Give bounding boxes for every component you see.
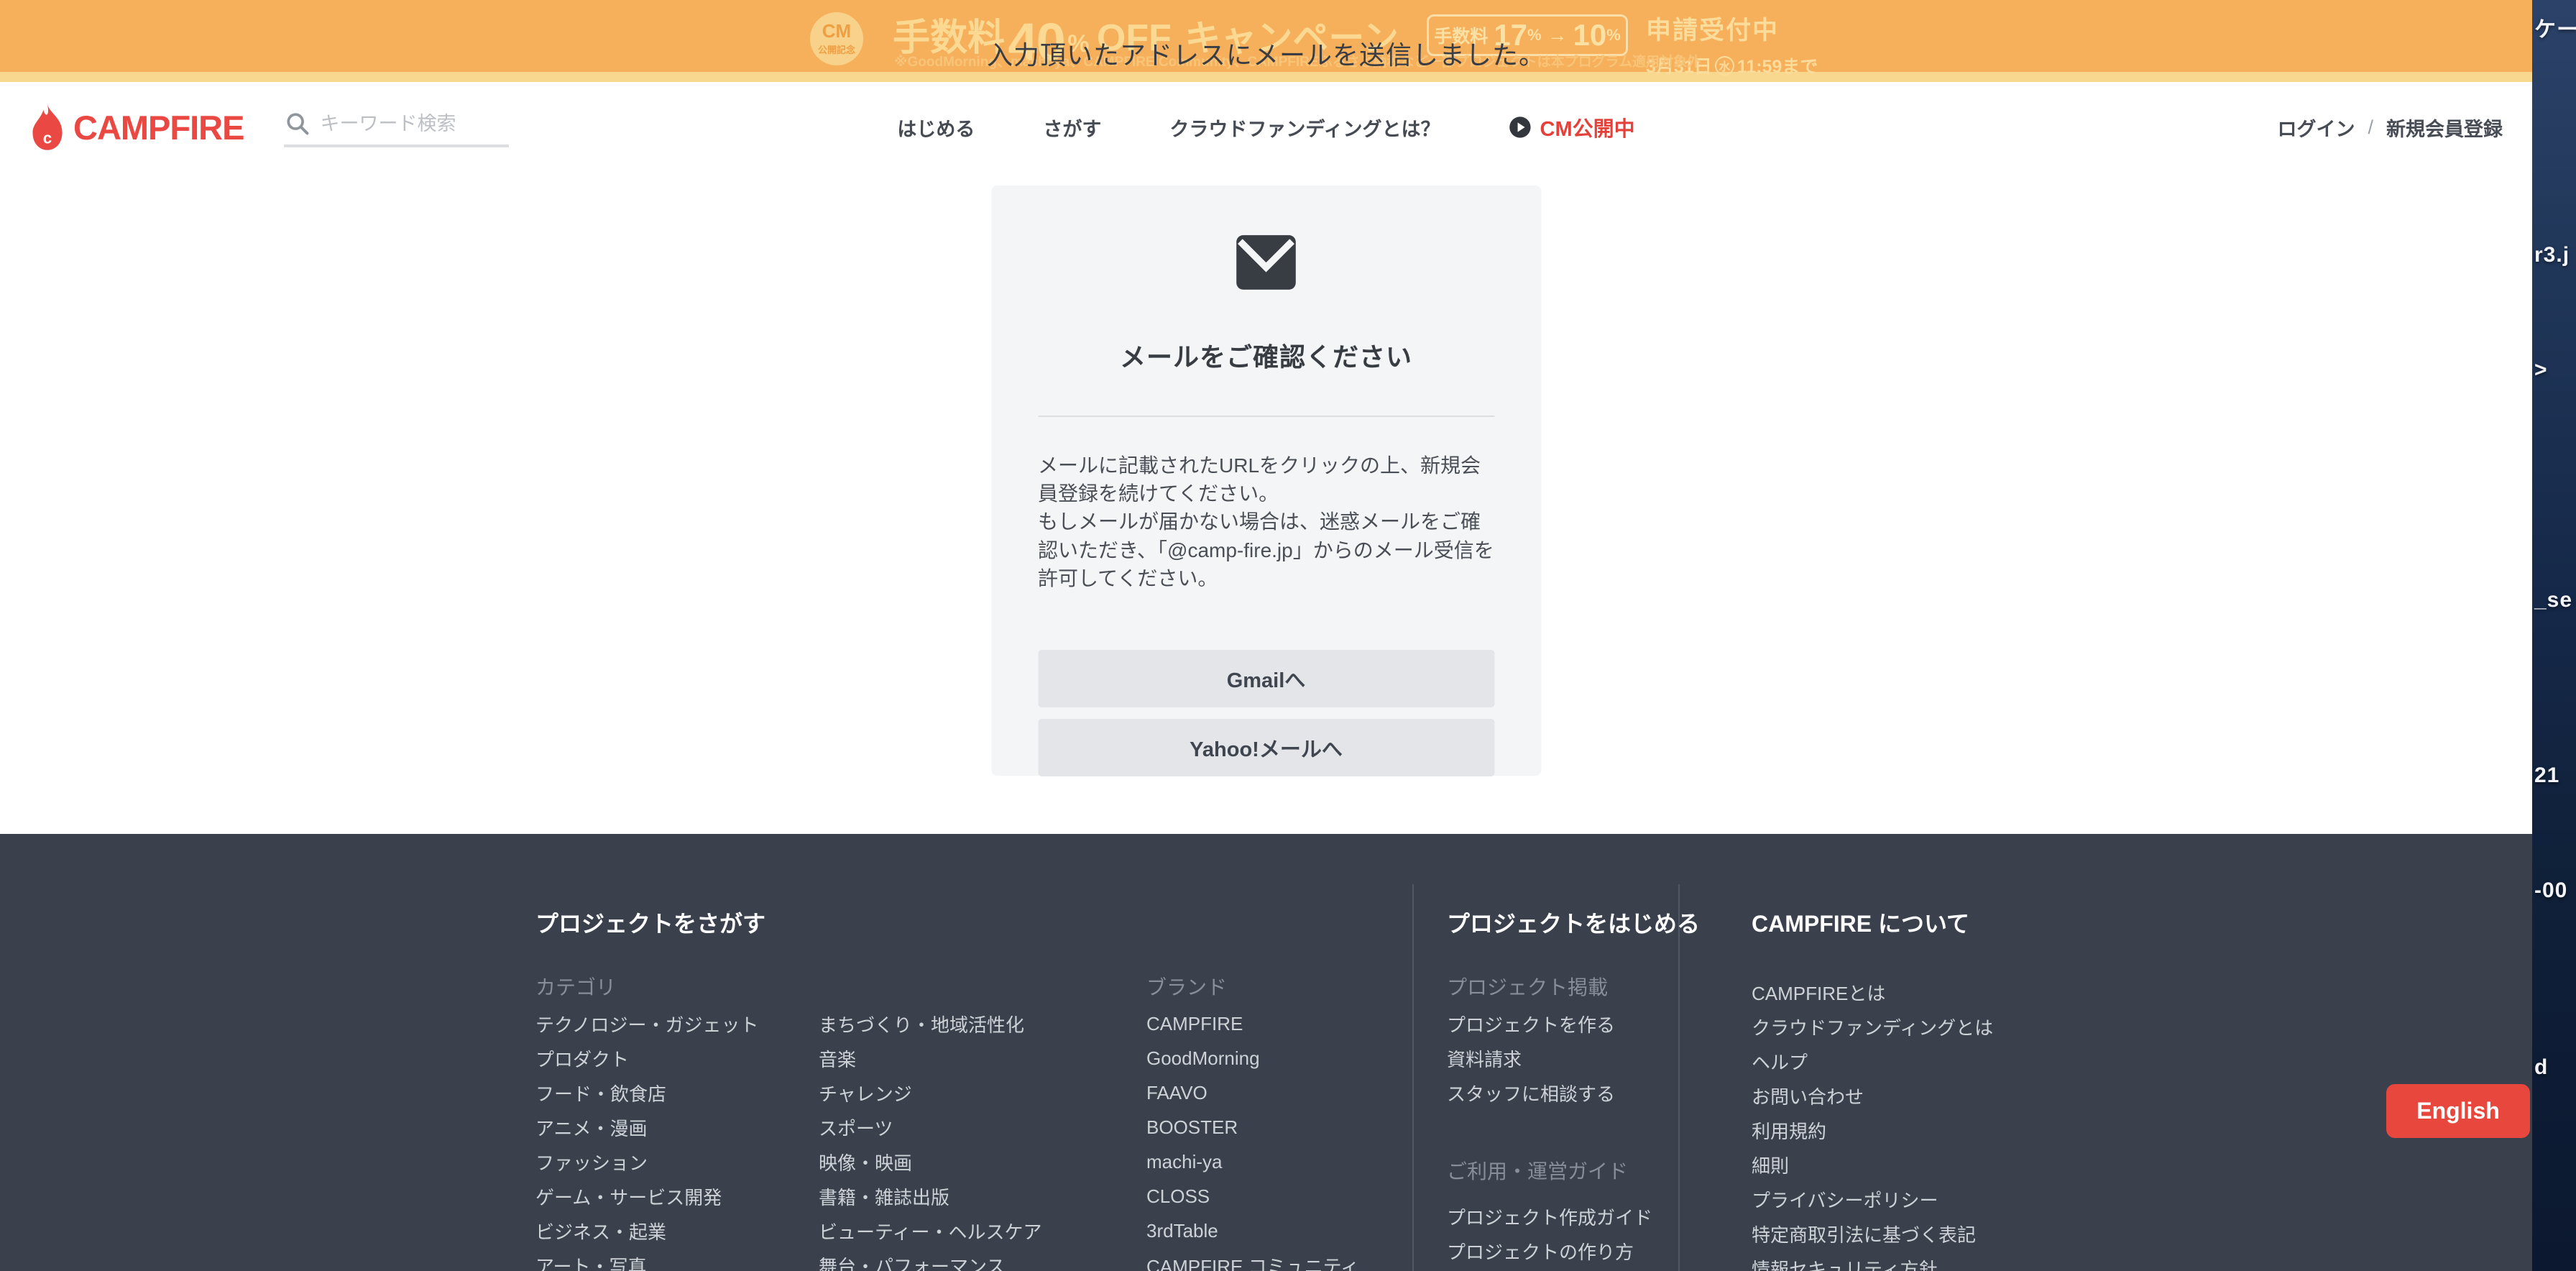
banner-bottom-strip: [0, 72, 2532, 82]
brand-list: CAMPFIREGoodMorningFAAVOBOOSTERmachi-yaC…: [1146, 1006, 1359, 1271]
footer-link-brand[interactable]: CLOSS: [1146, 1179, 1359, 1213]
footer-subheading-guide: ご利用・運営ガイド: [1447, 1156, 1628, 1185]
desktop-icon-label: 21: [2534, 763, 2559, 788]
site-footer: プロジェクトをさがす カテゴリ テクノロジー・ガジェットプロダクトフード・飲食店…: [0, 834, 2532, 1271]
cm-video-link[interactable]: CM公開中: [1509, 112, 1635, 142]
yahoo-mail-button[interactable]: Yahoo!メールへ: [1038, 719, 1494, 776]
footer-divider: [1678, 884, 1680, 1271]
flame-icon: c: [27, 103, 68, 152]
footer-link-guide[interactable]: プロジェクトの広め方: [1447, 1268, 1652, 1271]
desktop-icon-label: _se: [2534, 588, 2572, 612]
envelope-icon: [1236, 231, 1297, 293]
gmail-button[interactable]: Gmailへ: [1038, 650, 1494, 707]
footer-link-category[interactable]: フード・飲食店: [535, 1075, 758, 1110]
footer-link-category[interactable]: まちづくり・地域活性化: [819, 1006, 1041, 1041]
auth-links: ログイン / 新規会員登録: [2277, 114, 2503, 142]
footer-link-category[interactable]: ビューティー・ヘルスケア: [819, 1213, 1041, 1248]
english-language-button[interactable]: English: [2386, 1084, 2530, 1138]
footer-link-category[interactable]: チャレンジ: [819, 1075, 1041, 1110]
desktop-icon-label: ケー: [2534, 12, 2576, 43]
main-content: メールをご確認ください メールに記載されたURLをクリックの上、新規会員登録を続…: [0, 173, 2532, 834]
footer-link-category[interactable]: ビジネス・起業: [535, 1213, 758, 1248]
footer-link-category[interactable]: 書籍・雑誌出版: [819, 1179, 1041, 1213]
footer-link-about[interactable]: ヘルプ: [1752, 1044, 1993, 1078]
footer-link-brand[interactable]: CAMPFIRE コミュニティ: [1146, 1248, 1359, 1271]
footer-link-about[interactable]: 特定商取引法に基づく表記: [1752, 1216, 1993, 1251]
footer-subheading-brand: ブランド: [1146, 972, 1227, 1001]
screenshot-root: ケー r3.j > _se 21 -00 d CM 公開記念 手数料 40 % …: [0, 0, 2576, 1271]
footer-link-brand[interactable]: CAMPFIRE: [1146, 1006, 1359, 1041]
footer-link-about[interactable]: 情報セキュリティ方針: [1752, 1251, 1993, 1271]
footer-title-about: CAMPFIRE について: [1752, 906, 1969, 939]
footer-link-listing[interactable]: プロジェクトを作る: [1447, 1006, 1615, 1041]
footer-link-category[interactable]: 舞台・パフォーマンス: [819, 1248, 1041, 1271]
footer-link-category[interactable]: プロダクト: [535, 1041, 758, 1075]
play-icon: [1509, 116, 1532, 139]
promo-banner[interactable]: CM 公開記念 手数料 40 % OFF キャンペーン 手数料 17 % → 1…: [0, 0, 2532, 72]
card-body: メールに記載されたURLをクリックの上、新規会員登録を続けてください。 もしメー…: [1038, 451, 1494, 592]
about-link-list: CAMPFIREとはクラウドファンディングとはヘルプお問い合わせ利用規約細則プラ…: [1752, 975, 1993, 1271]
footer-link-about[interactable]: CAMPFIREとは: [1752, 975, 1993, 1009]
footer-title-start-project: プロジェクトをはじめる: [1447, 906, 1700, 939]
footer-link-category[interactable]: スポーツ: [819, 1110, 1041, 1144]
desktop-icon-label: d: [2534, 1055, 2548, 1080]
footer-link-listing[interactable]: スタッフに相談する: [1447, 1075, 1615, 1110]
auth-separator: /: [2368, 116, 2373, 139]
search-icon: [285, 111, 310, 136]
footer-link-about[interactable]: お問い合わせ: [1752, 1078, 1993, 1113]
footer-subheading-listing: プロジェクト掲載: [1447, 972, 1608, 1001]
search-box[interactable]: [284, 107, 509, 147]
footer-divider: [1412, 884, 1414, 1271]
footer-link-category[interactable]: アニメ・漫画: [535, 1110, 758, 1144]
footer-link-guide[interactable]: プロジェクトの作り方: [1447, 1234, 1652, 1268]
card-body-paragraph: もしメールが届かない場合は、迷惑メールをご確認いただき、「@camp-fire.…: [1038, 508, 1494, 592]
footer-link-category[interactable]: ゲーム・サービス開発: [535, 1179, 758, 1213]
footer-title-search-projects: プロジェクトをさがす: [535, 906, 765, 939]
main-nav: はじめる さがす クラウドファンディングとは？ CM公開中: [897, 112, 1634, 142]
campfire-logo[interactable]: c CAMPFIRE: [27, 103, 244, 152]
email-confirmation-card: メールをご確認ください メールに記載されたURLをクリックの上、新規会員登録を続…: [991, 185, 1541, 776]
nav-link[interactable]: クラウドファンディングとは？: [1169, 114, 1440, 142]
listing-link-list: プロジェクトを作る資料請求スタッフに相談する: [1447, 1006, 1615, 1110]
guide-link-list: プロジェクト作成ガイドプロジェクトの作り方プロジェクトの広め方: [1447, 1199, 1652, 1271]
footer-link-about[interactable]: クラウドファンディングとは: [1752, 1009, 1993, 1044]
footer-link-brand[interactable]: FAAVO: [1146, 1075, 1359, 1110]
footer-link-category[interactable]: ファッション: [535, 1144, 758, 1179]
card-title: メールをご確認ください: [1038, 336, 1494, 374]
nav-link[interactable]: さがす: [1043, 114, 1101, 142]
footer-subheading-category: カテゴリ: [535, 972, 616, 1001]
footer-link-about[interactable]: プライバシーポリシー: [1752, 1182, 1993, 1216]
footer-link-listing[interactable]: 資料請求: [1447, 1041, 1615, 1075]
flash-toast-message: 入力頂いたアドレスにメールを送信しました。: [0, 35, 2532, 72]
footer-link-category[interactable]: 音楽: [819, 1041, 1041, 1075]
footer-link-about[interactable]: 細則: [1752, 1147, 1993, 1182]
desktop-icon-label: r3.j: [2534, 243, 2570, 267]
svg-text:c: c: [43, 129, 52, 147]
category-list-col2: まちづくり・地域活性化音楽チャレンジスポーツ映像・映画書籍・雑誌出版ビューティー…: [819, 1006, 1041, 1271]
footer-link-category[interactable]: アート・写真: [535, 1248, 758, 1271]
footer-link-guide[interactable]: プロジェクト作成ガイド: [1447, 1199, 1652, 1234]
footer-link-brand[interactable]: GoodMorning: [1146, 1041, 1359, 1075]
nav-link[interactable]: はじめる: [897, 114, 975, 142]
signup-link[interactable]: 新規会員登録: [2386, 114, 2503, 142]
login-link[interactable]: ログイン: [2277, 114, 2355, 142]
footer-link-brand[interactable]: 3rdTable: [1146, 1213, 1359, 1248]
footer-link-brand[interactable]: machi-ya: [1146, 1144, 1359, 1179]
card-body-paragraph: メールに記載されたURLをクリックの上、新規会員登録を続けてください。: [1038, 451, 1494, 508]
footer-link-category[interactable]: 映像・映画: [819, 1144, 1041, 1179]
desktop-icon-label: -00: [2534, 878, 2567, 903]
desktop-wallpaper: ケー r3.j > _se 21 -00 d: [2532, 0, 2576, 1271]
category-list-col1: テクノロジー・ガジェットプロダクトフード・飲食店アニメ・漫画ファッションゲーム・…: [535, 1006, 758, 1271]
search-input[interactable]: [320, 113, 492, 135]
footer-link-about[interactable]: 利用規約: [1752, 1113, 1993, 1147]
cm-link-label: CM公開中: [1540, 112, 1635, 142]
browser-window: CM 公開記念 手数料 40 % OFF キャンペーン 手数料 17 % → 1…: [0, 0, 2532, 1271]
site-header: c CAMPFIRE はじめる さがす クラウドファンディングとは？: [0, 82, 2532, 173]
logo-text: CAMPFIRE: [73, 108, 244, 147]
card-divider: [1038, 416, 1494, 417]
desktop-icon-label: >: [2534, 358, 2548, 382]
footer-link-brand[interactable]: BOOSTER: [1146, 1110, 1359, 1144]
footer-link-category[interactable]: テクノロジー・ガジェット: [535, 1006, 758, 1041]
